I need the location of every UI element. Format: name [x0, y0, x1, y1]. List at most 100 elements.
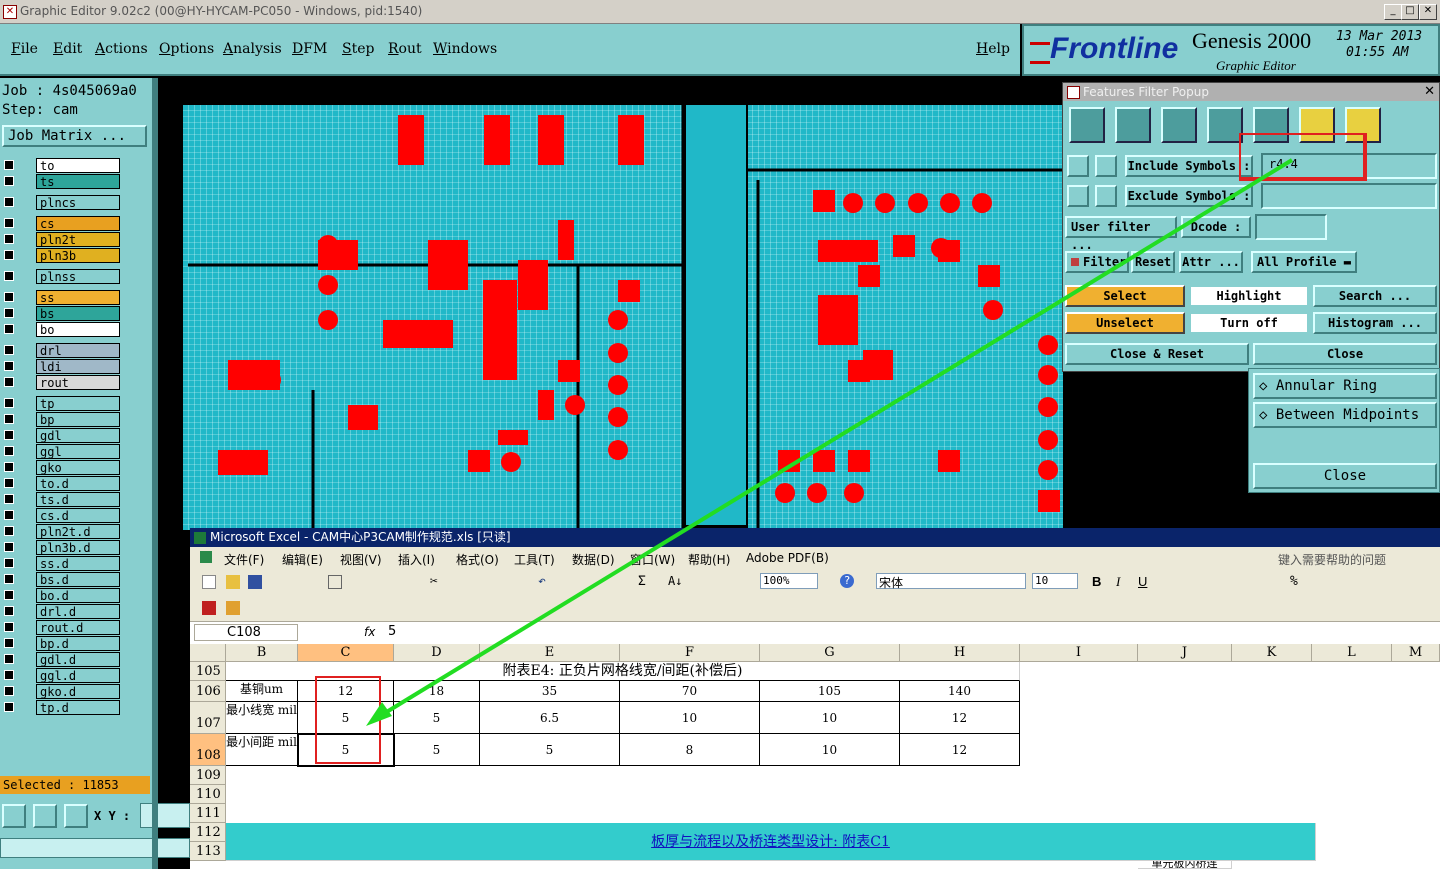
between-midpoints-option[interactable]: ◇ Between Midpoints [1253, 402, 1437, 428]
excel-menu-file[interactable]: 文件(F) [224, 551, 264, 568]
table-cell[interactable]: 8 [620, 734, 760, 766]
save-icon[interactable] [248, 575, 262, 589]
layer-checkbox[interactable] [4, 686, 14, 696]
menu-rout[interactable]: Rout [388, 41, 422, 57]
layer-checkbox[interactable] [4, 271, 14, 281]
autosum-icon[interactable]: Σ [638, 574, 646, 589]
select-button[interactable]: Select [1065, 285, 1185, 307]
row-header-113[interactable]: 113 [190, 842, 226, 861]
layer-row-bp-d[interactable]: bp.d [2, 636, 120, 651]
close-window-button[interactable]: ✕ [1419, 4, 1437, 20]
dcode-input[interactable] [1255, 214, 1327, 240]
row-header-105[interactable]: 105 [190, 662, 226, 681]
layer-checkbox[interactable] [4, 160, 14, 170]
exclude-arrow-icon[interactable] [1067, 185, 1089, 207]
bold-icon[interactable]: B [1092, 574, 1101, 589]
layer-row-gdl-d[interactable]: gdl.d [2, 652, 120, 667]
menu-options[interactable]: Options [159, 41, 214, 57]
include-arrow-icon[interactable] [1067, 155, 1089, 177]
layer-checkbox[interactable] [4, 414, 14, 424]
layer-row-tp-d[interactable]: tp.d [2, 700, 120, 715]
layer-row-gko-d[interactable]: gko.d [2, 684, 120, 699]
filter-toggle[interactable]: Filter [1065, 251, 1129, 273]
graphic-canvas[interactable] [158, 80, 1063, 530]
measure-tool-icon[interactable] [33, 804, 57, 828]
print-icon[interactable] [328, 575, 342, 589]
popup-close-icon[interactable]: ✕ [1424, 84, 1435, 99]
row-header-108[interactable]: 108 [190, 734, 226, 766]
layer-row-ts-d[interactable]: ts.d [2, 492, 120, 507]
layer-checkbox[interactable] [4, 654, 14, 664]
font-size-select[interactable]: 10 [1032, 573, 1078, 589]
spreadsheet-grid[interactable]: B C D E F G H I J K L M 105 106 107 108 … [190, 644, 1440, 869]
layer-checkbox[interactable] [4, 345, 14, 355]
partial-cell[interactable]: 单元板内桥连 [1138, 861, 1232, 869]
help-icon[interactable]: ? [840, 574, 854, 588]
cut-icon[interactable]: ✂ [430, 574, 438, 589]
layer-checkbox[interactable] [4, 590, 14, 600]
excel-menu-tools[interactable]: 工具(T) [514, 551, 555, 568]
layer-checkbox[interactable] [4, 478, 14, 488]
layer-checkbox[interactable] [4, 670, 14, 680]
col-header-k[interactable]: K [1232, 644, 1312, 662]
layer-row-to[interactable]: to [2, 158, 120, 173]
minimize-button[interactable]: _ [1384, 4, 1402, 20]
side-close-button[interactable]: Close [1253, 463, 1437, 489]
layer-row-cs[interactable]: cs [2, 216, 120, 231]
row-header-112[interactable]: 112 [190, 823, 226, 842]
layer-row-ggl-d[interactable]: ggl.d [2, 668, 120, 683]
layer-checkbox[interactable] [4, 510, 14, 520]
italic-icon[interactable]: I [1116, 574, 1120, 590]
table-cell[interactable]: 10 [760, 734, 900, 766]
col-header-c[interactable]: C [298, 644, 394, 662]
col-header-l[interactable]: L [1312, 644, 1392, 662]
turn-off-button[interactable]: Turn off [1189, 312, 1309, 334]
histogram-button[interactable]: Histogram ... [1313, 312, 1437, 334]
table-cell[interactable]: 5 [394, 734, 480, 766]
formula-input[interactable]: 5 [388, 624, 396, 639]
table-cell[interactable]: 140 [900, 681, 1020, 702]
layer-row-to-d[interactable]: to.d [2, 476, 120, 491]
layer-row-ldi[interactable]: ldi [2, 359, 120, 374]
layer-checkbox[interactable] [4, 250, 14, 260]
layer-row-plnss[interactable]: plnss [2, 269, 120, 284]
layer-row-ts[interactable]: ts [2, 174, 120, 189]
layer-checkbox[interactable] [4, 574, 14, 584]
row-header-109[interactable]: 109 [190, 766, 226, 785]
layer-checkbox[interactable] [4, 446, 14, 456]
layer-checkbox[interactable] [4, 234, 14, 244]
col-header-f[interactable]: F [620, 644, 760, 662]
table-cell[interactable]: 最小间距 mil [226, 734, 298, 766]
maximize-button[interactable]: □ [1401, 4, 1419, 20]
table-cell[interactable]: 105 [760, 681, 900, 702]
table-cell[interactable]: 最小线宽 mil [226, 702, 298, 734]
all-profile-dropdown[interactable]: All Profile ▬ [1251, 251, 1357, 273]
excel-menu-help[interactable]: 帮助(H) [688, 551, 730, 568]
layer-row-bp[interactable]: bp [2, 412, 120, 427]
layer-checkbox[interactable] [4, 398, 14, 408]
layer-checkbox[interactable] [4, 430, 14, 440]
table-cell[interactable]: 12 [900, 702, 1020, 734]
layer-row-rout[interactable]: rout [2, 375, 120, 390]
command-input[interactable] [0, 838, 190, 858]
close-button[interactable]: Close [1253, 343, 1437, 365]
col-header-d[interactable]: D [394, 644, 480, 662]
row-header-110[interactable]: 110 [190, 785, 226, 804]
layer-checkbox[interactable] [4, 558, 14, 568]
layer-row-drl[interactable]: drl [2, 343, 120, 358]
select-all-corner[interactable] [190, 644, 226, 662]
surface-symbol-icon[interactable] [1161, 107, 1197, 143]
layer-row-pln3b-d[interactable]: pln3b.d [2, 540, 120, 555]
layer-row-ss[interactable]: ss [2, 290, 120, 305]
xy-input[interactable] [140, 803, 190, 828]
layer-checkbox[interactable] [4, 542, 14, 552]
layer-row-pln3b[interactable]: pln3b [2, 248, 120, 263]
excel-menu-insert[interactable]: 插入(I) [398, 551, 435, 568]
layer-checkbox[interactable] [4, 494, 14, 504]
close-reset-button[interactable]: Close & Reset [1065, 343, 1249, 365]
arc-symbol-icon[interactable] [1207, 107, 1243, 143]
excel-menu-edit[interactable]: 编辑(E) [282, 551, 323, 568]
job-matrix-button[interactable]: Job Matrix ... [2, 125, 147, 147]
layer-checkbox[interactable] [4, 324, 14, 334]
layer-row-pln2t-d[interactable]: pln2t.d [2, 524, 120, 539]
